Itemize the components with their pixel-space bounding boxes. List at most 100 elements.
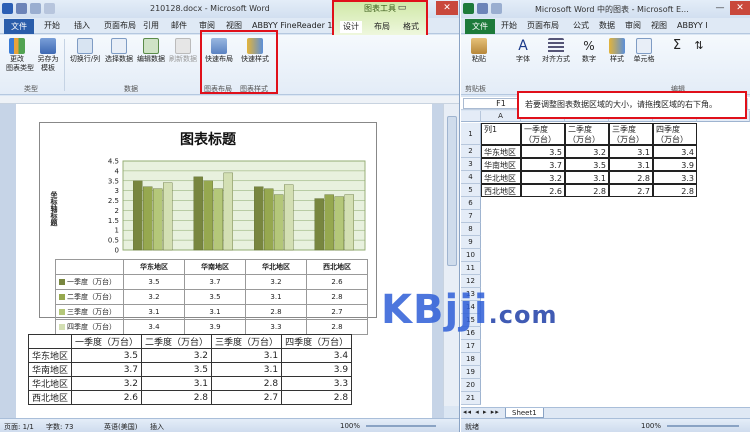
status-insert-mode[interactable]: 插入 <box>150 422 164 432</box>
minimize-button[interactable]: — <box>709 1 731 15</box>
style-button[interactable]: 样式 <box>605 38 629 64</box>
excel-zoom-slider[interactable] <box>667 425 739 427</box>
embedded-chart[interactable]: 图表标题 坐标轴标题 4.5 4 3.5 3 2.5 2 1.5 1 0.5 0 华东地区 华南地区… <box>39 122 377 335</box>
excel-cell[interactable]: 华南地区 <box>481 158 521 171</box>
row-header[interactable]: 5 <box>461 184 481 197</box>
sort-filter-button[interactable]: ⇅ <box>689 38 709 55</box>
table-cell[interactable]: 华南地区 <box>27 362 73 377</box>
tab-abbyy[interactable]: ABBYY I <box>677 20 708 32</box>
table-cell[interactable]: 3.2 <box>71 376 143 391</box>
table-cell[interactable]: 3.3 <box>281 376 353 391</box>
save-icon[interactable] <box>16 3 27 14</box>
excel-header-cell[interactable]: 三季度 （万台） <box>609 123 653 145</box>
excel-cell[interactable]: 3.1 <box>609 158 653 171</box>
tab-mailings[interactable]: 邮件 <box>171 20 187 32</box>
close-button[interactable]: ✕ <box>436 1 458 15</box>
excel-cell[interactable]: 3.2 <box>565 145 609 158</box>
row-header[interactable]: 7 <box>461 210 481 223</box>
table-cell[interactable]: 3.1 <box>211 348 283 363</box>
excel-header-cell[interactable]: 四季度 （万台） <box>653 123 697 145</box>
tab-home[interactable]: 开始 <box>44 20 60 32</box>
row-header[interactable]: 10 <box>461 249 481 262</box>
table-cell[interactable]: 3.1 <box>141 376 213 391</box>
font-button[interactable]: A 字体 <box>511 38 535 64</box>
row-header[interactable]: 1 <box>461 123 481 145</box>
align-button[interactable]: 对齐方式 <box>539 38 573 64</box>
table-cell[interactable]: 华东地区 <box>27 348 73 363</box>
save-icon[interactable] <box>477 3 488 14</box>
tab-page-layout[interactable]: 页面布局 <box>527 20 559 32</box>
row-header[interactable]: 19 <box>461 366 481 379</box>
table-cell[interactable]: 3.9 <box>281 362 353 377</box>
row-header[interactable]: 8 <box>461 223 481 236</box>
undo-icon[interactable] <box>30 3 41 14</box>
spreadsheet-grid[interactable]: ABCDEF123456789101112131415161718192021列… <box>461 111 750 407</box>
tab-file[interactable]: 文件 <box>4 19 34 34</box>
close-button[interactable]: ✕ <box>730 1 750 15</box>
excel-status-zoom[interactable]: 100% <box>641 422 661 430</box>
row-header[interactable]: 4 <box>461 171 481 184</box>
row-header[interactable]: 20 <box>461 379 481 392</box>
undo-icon[interactable] <box>491 3 502 14</box>
excel-cell[interactable]: 2.7 <box>609 184 653 197</box>
excel-cell[interactable]: 华北地区 <box>481 171 521 184</box>
excel-cell[interactable]: 2.6 <box>521 184 565 197</box>
tab-review[interactable]: 审阅 <box>625 20 641 32</box>
excel-cell[interactable]: 西北地区 <box>481 184 521 197</box>
row-header[interactable]: 3 <box>461 158 481 171</box>
autosum-button[interactable]: Σ <box>667 38 687 55</box>
table-cell[interactable]: 3.1 <box>211 362 283 377</box>
excel-cell[interactable]: 华东地区 <box>481 145 521 158</box>
table-cell[interactable]: 2.7 <box>211 390 283 405</box>
select-data-button[interactable]: 选择数据 <box>104 38 134 64</box>
select-all-corner[interactable] <box>461 111 481 122</box>
tab-page-layout[interactable]: 页面布局 <box>104 20 136 32</box>
switch-row-col-button[interactable]: 切换行/列 <box>68 38 102 64</box>
edit-data-button[interactable]: 编辑数据 <box>136 38 166 64</box>
column-header[interactable]: A <box>481 111 521 122</box>
tab-home[interactable]: 开始 <box>501 20 517 32</box>
excel-cell[interactable]: 3.9 <box>653 158 697 171</box>
excel-cell[interactable]: 2.8 <box>565 184 609 197</box>
table-cell[interactable]: 3.7 <box>71 362 143 377</box>
excel-header-cell[interactable]: 列1 <box>481 123 521 145</box>
excel-cell[interactable]: 3.3 <box>653 171 697 184</box>
excel-cell[interactable]: 3.7 <box>521 158 565 171</box>
number-button[interactable]: % 数字 <box>577 38 601 64</box>
excel-header-cell[interactable]: 一季度 （万台） <box>521 123 565 145</box>
tab-references[interactable]: 引用 <box>143 20 159 32</box>
excel-header-cell[interactable]: 二季度 （万台） <box>565 123 609 145</box>
tab-insert[interactable]: 插入 <box>74 20 90 32</box>
sheet-tab-sheet1[interactable]: Sheet1 <box>505 408 544 418</box>
row-header[interactable]: 11 <box>461 262 481 275</box>
status-language[interactable]: 英语(美国) <box>104 422 137 432</box>
excel-cell[interactable]: 2.8 <box>653 184 697 197</box>
table-header-cell[interactable]: 二季度（万台） <box>141 334 213 349</box>
excel-cell[interactable]: 3.1 <box>565 171 609 184</box>
table-cell[interactable]: 2.8 <box>211 376 283 391</box>
scroll-thumb[interactable] <box>447 116 457 266</box>
table-cell[interactable]: 3.5 <box>141 362 213 377</box>
row-header[interactable]: 21 <box>461 392 481 405</box>
table-cell[interactable]: 2.8 <box>141 390 213 405</box>
excel-cell[interactable]: 2.8 <box>609 171 653 184</box>
excel-cell[interactable]: 3.2 <box>521 171 565 184</box>
vertical-scrollbar[interactable] <box>443 104 459 406</box>
table-cell[interactable]: 3.4 <box>281 348 353 363</box>
table-cell[interactable]: 西北地区 <box>27 390 73 405</box>
table-header-cell[interactable]: 三季度（万台） <box>211 334 283 349</box>
tab-formulas[interactable]: 公式 <box>573 20 589 32</box>
table-header-cell[interactable]: 四季度（万台） <box>281 334 353 349</box>
row-header[interactable]: 2 <box>461 145 481 158</box>
excel-cell[interactable]: 3.5 <box>565 158 609 171</box>
table-header-cell[interactable]: 一季度（万台） <box>71 334 143 349</box>
table-cell[interactable]: 2.8 <box>281 390 353 405</box>
status-zoom[interactable]: 100% <box>340 422 360 430</box>
zoom-slider[interactable] <box>366 425 436 427</box>
paste-button[interactable]: 粘贴 <box>467 38 491 64</box>
tab-view[interactable]: 视图 <box>651 20 667 32</box>
table-header-cell[interactable] <box>27 334 73 349</box>
row-header[interactable]: 18 <box>461 353 481 366</box>
table-cell[interactable]: 3.5 <box>71 348 143 363</box>
excel-cell[interactable]: 3.1 <box>609 145 653 158</box>
